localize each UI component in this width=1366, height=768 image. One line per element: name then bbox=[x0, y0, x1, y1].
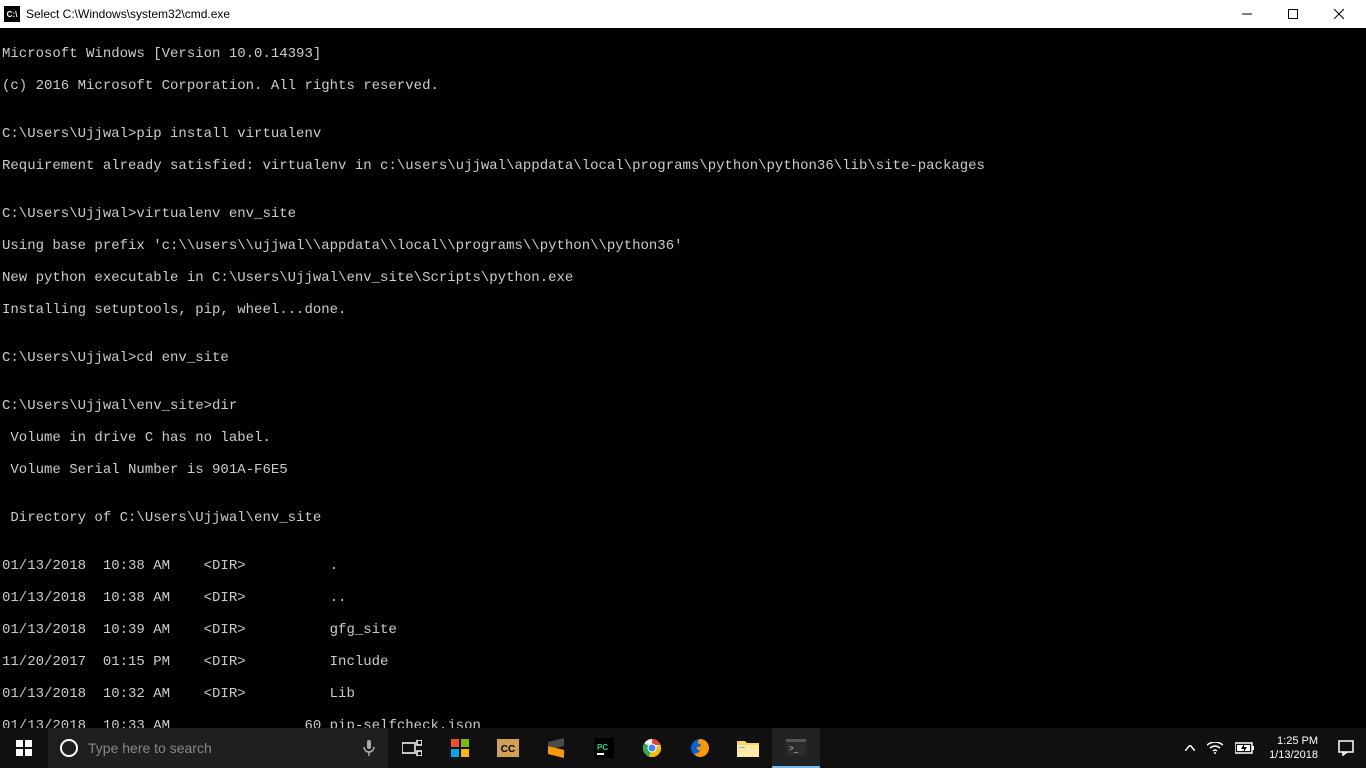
system-tray: 1:25 PM 1/13/2018 bbox=[1179, 728, 1366, 768]
clock-time: 1:25 PM bbox=[1269, 734, 1318, 748]
battery-icon[interactable] bbox=[1229, 728, 1261, 768]
taskbar-app-sublime[interactable] bbox=[532, 728, 580, 768]
cortana-icon bbox=[60, 739, 78, 757]
start-button[interactable] bbox=[0, 728, 48, 768]
terminal-line: 01/13/2018 10:39 AM <DIR> gfg_site bbox=[0, 622, 1366, 638]
terminal-line: Requirement already satisfied: virtualen… bbox=[0, 158, 1366, 174]
terminal-line: Using base prefix 'c:\\users\\ujjwal\\ap… bbox=[0, 238, 1366, 254]
terminal-line: New python executable in C:\Users\Ujjwal… bbox=[0, 270, 1366, 286]
taskbar-apps: CC PC >_ bbox=[388, 728, 820, 768]
terminal-line: 01/13/2018 10:32 AM <DIR> Lib bbox=[0, 686, 1366, 702]
taskbar-app-cc[interactable]: CC bbox=[484, 728, 532, 768]
taskbar-app-pycharm[interactable]: PC bbox=[580, 728, 628, 768]
terminal-line: Volume in drive C has no label. bbox=[0, 430, 1366, 446]
wifi-icon[interactable] bbox=[1201, 728, 1229, 768]
terminal-line: Microsoft Windows [Version 10.0.14393] bbox=[0, 46, 1366, 62]
terminal-line: Installing setuptools, pip, wheel...done… bbox=[0, 302, 1366, 318]
terminal-line: Volume Serial Number is 901A-F6E5 bbox=[0, 462, 1366, 478]
window-controls bbox=[1224, 0, 1362, 28]
taskbar-app-chrome[interactable] bbox=[628, 728, 676, 768]
terminal-line: (c) 2016 Microsoft Corporation. All righ… bbox=[0, 78, 1366, 94]
cmd-app-icon: C:\ bbox=[4, 6, 20, 22]
tray-overflow-icon[interactable] bbox=[1179, 728, 1201, 768]
task-view-button[interactable] bbox=[388, 728, 436, 768]
terminal-line: 01/13/2018 10:38 AM <DIR> .. bbox=[0, 590, 1366, 606]
terminal-line: C:\Users\Ujjwal\env_site>dir bbox=[0, 398, 1366, 414]
taskbar-clock[interactable]: 1:25 PM 1/13/2018 bbox=[1261, 734, 1326, 762]
minimize-button[interactable] bbox=[1224, 0, 1270, 28]
svg-text:CC: CC bbox=[501, 744, 515, 755]
svg-text:>_: >_ bbox=[789, 744, 799, 753]
taskbar-app-store[interactable] bbox=[436, 728, 484, 768]
terminal-line: 01/13/2018 10:38 AM <DIR> . bbox=[0, 558, 1366, 574]
svg-text:PC: PC bbox=[597, 743, 608, 752]
taskbar-app-cmd[interactable]: >_ bbox=[772, 728, 820, 768]
window-titlebar: C:\ Select C:\Windows\system32\cmd.exe bbox=[0, 0, 1366, 28]
window-title: Select C:\Windows\system32\cmd.exe bbox=[26, 7, 1224, 21]
terminal-line: 11/20/2017 01:15 PM <DIR> Include bbox=[0, 654, 1366, 670]
taskbar-app-firefox[interactable] bbox=[676, 728, 724, 768]
taskbar-search[interactable]: Type here to search bbox=[48, 728, 388, 768]
terminal-line: 01/13/2018 10:33 AM 60 pip-selfcheck.jso… bbox=[0, 718, 1366, 728]
clock-date: 1/13/2018 bbox=[1269, 748, 1318, 762]
terminal-line: Directory of C:\Users\Ujjwal\env_site bbox=[0, 510, 1366, 526]
search-placeholder: Type here to search bbox=[88, 740, 212, 756]
terminal-output[interactable]: Microsoft Windows [Version 10.0.14393] (… bbox=[0, 28, 1366, 728]
taskbar-app-file-explorer[interactable] bbox=[724, 728, 772, 768]
maximize-button[interactable] bbox=[1270, 0, 1316, 28]
terminal-line: C:\Users\Ujjwal>pip install virtualenv bbox=[0, 126, 1366, 142]
action-center-icon[interactable] bbox=[1326, 740, 1366, 756]
close-button[interactable] bbox=[1316, 0, 1362, 28]
taskbar: Type here to search CC PC >_ bbox=[0, 728, 1366, 768]
terminal-line: C:\Users\Ujjwal>cd env_site bbox=[0, 350, 1366, 366]
microphone-icon[interactable] bbox=[362, 739, 376, 757]
terminal-line: C:\Users\Ujjwal>virtualenv env_site bbox=[0, 206, 1366, 222]
